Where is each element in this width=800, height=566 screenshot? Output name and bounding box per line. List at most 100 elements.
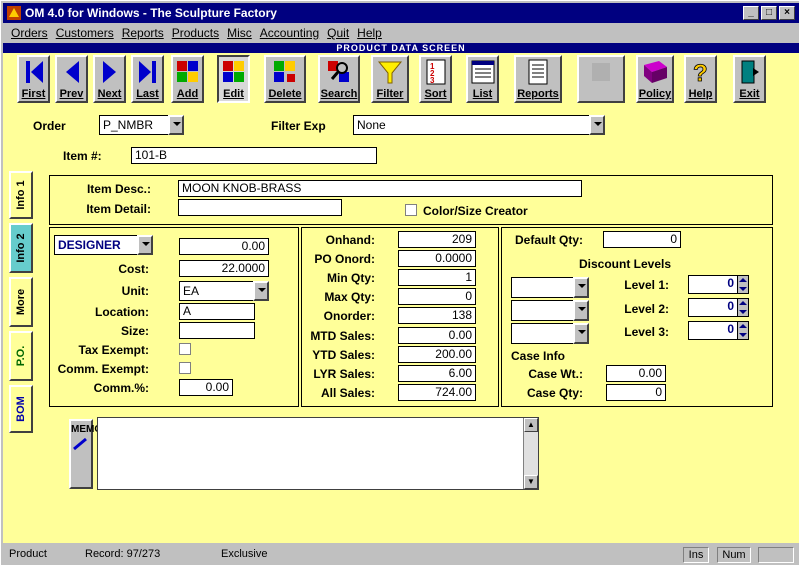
onorder-label: Onorder: [323, 309, 375, 323]
exit-button[interactable]: Exit [733, 55, 766, 103]
onhand-input[interactable]: 209 [398, 231, 476, 248]
search-button[interactable]: Search [318, 55, 360, 103]
onorder-input[interactable]: 138 [398, 307, 476, 324]
ytd-sales-input[interactable]: 200.00 [398, 346, 476, 363]
add-button[interactable]: Add [171, 55, 204, 103]
tab-bom[interactable]: BOM [9, 385, 33, 433]
max-qty-input[interactable]: 0 [398, 288, 476, 305]
book-icon [644, 61, 667, 83]
ytd-sales-label: YTD Sales: [312, 348, 375, 362]
item-desc-input[interactable]: MOON KNOB-BRASS [178, 180, 582, 197]
default-qty-input[interactable]: 0 [603, 231, 681, 248]
min-qty-input[interactable]: 1 [398, 269, 476, 286]
puzzle-edit-icon [222, 61, 244, 82]
mtd-sales-label: MTD Sales: [310, 329, 375, 343]
minimize-button[interactable]: _ [743, 6, 759, 20]
designer-value-input[interactable]: 0.00 [179, 238, 269, 255]
list-button[interactable]: List [466, 55, 499, 103]
menu-misc[interactable]: Misc [223, 24, 256, 42]
scroll-up-icon[interactable]: ▲ [524, 418, 538, 432]
last-button[interactable]: Last [131, 55, 164, 103]
discount-type-dropdown-1[interactable] [573, 277, 589, 298]
cost-input[interactable]: 22.0000 [179, 260, 269, 277]
memo-textarea[interactable] [97, 417, 539, 490]
menu-accounting[interactable]: Accounting [256, 24, 323, 42]
puzzle-add-icon [176, 61, 198, 82]
tab-info1[interactable]: Info 1 [9, 171, 33, 219]
help-button[interactable]: ? Help [684, 55, 717, 103]
comm-exempt-checkbox[interactable] [179, 362, 191, 374]
unit-dropdown-button[interactable] [253, 281, 269, 301]
status-ins: Ins [683, 547, 709, 563]
menu-products[interactable]: Products [168, 24, 223, 42]
case-wt-input[interactable]: 0.00 [606, 365, 666, 382]
comm-pct-label: Comm.%: [93, 381, 149, 395]
color-size-checkbox[interactable] [405, 204, 417, 216]
item-desc-label: Item Desc.: [86, 182, 151, 196]
filter-dropdown-button[interactable] [589, 115, 605, 135]
all-sales-input[interactable]: 724.00 [398, 384, 476, 401]
menu-reports[interactable]: Reports [118, 24, 168, 42]
delete-button[interactable]: Delete [264, 55, 306, 103]
filter-button[interactable]: Filter [371, 55, 409, 103]
level2-spinner[interactable] [737, 298, 749, 317]
level2-input[interactable]: 0 [688, 298, 738, 317]
reports-button[interactable]: Reports [514, 55, 562, 103]
menu-customers[interactable]: Customers [52, 24, 118, 42]
tax-exempt-checkbox[interactable] [179, 343, 191, 355]
last-icon [138, 61, 156, 83]
level3-input[interactable]: 0 [688, 321, 738, 340]
memo-scrollbar[interactable]: ▲ ▼ [523, 418, 538, 489]
discount-type-dropdown-2[interactable] [573, 300, 589, 321]
lyr-sales-input[interactable]: 6.00 [398, 365, 476, 382]
order-dropdown-button[interactable] [168, 115, 184, 135]
mtd-sales-input[interactable]: 0.00 [398, 327, 476, 344]
next-icon [102, 61, 116, 83]
location-input[interactable]: A [179, 303, 255, 320]
order-select[interactable]: P_NMBR [99, 115, 169, 135]
filter-exp-select[interactable]: None [353, 115, 591, 135]
item-detail-input[interactable] [178, 199, 342, 216]
prev-button[interactable]: Prev [55, 55, 88, 103]
max-qty-label: Max Qty: [324, 290, 375, 304]
comm-pct-input[interactable]: 0.00 [179, 379, 233, 396]
discount-type-dropdown-3[interactable] [573, 323, 589, 344]
menu-orders[interactable]: Orders [7, 24, 52, 42]
level3-spinner[interactable] [737, 321, 749, 340]
status-mode: Product [9, 548, 47, 560]
puzzle-delete-icon [274, 61, 295, 82]
tab-po[interactable]: P.O. [9, 331, 33, 381]
size-input[interactable] [179, 322, 255, 339]
cost-label: Cost: [118, 262, 149, 276]
tab-more[interactable]: More [9, 277, 33, 327]
pen-icon [73, 437, 87, 451]
close-button[interactable]: × [779, 6, 795, 20]
policy-button[interactable]: Policy [636, 55, 674, 103]
memo-label: MEMO [71, 424, 103, 435]
next-button[interactable]: Next [93, 55, 126, 103]
case-qty-input[interactable]: 0 [606, 384, 666, 401]
unit-label: Unit: [121, 284, 149, 298]
designer-dropdown-button[interactable] [137, 235, 153, 255]
sort-icon: 123 [426, 59, 445, 85]
memo-button[interactable]: MEMO [69, 419, 103, 489]
maximize-button[interactable]: □ [761, 6, 777, 20]
first-button[interactable]: First [17, 55, 50, 103]
designer-select[interactable]: DESIGNER [54, 235, 142, 255]
menu-quit[interactable]: Quit [323, 24, 353, 42]
menu-help[interactable]: Help [353, 24, 386, 42]
unit-select[interactable]: EA [179, 281, 259, 301]
item-number-input[interactable]: 101-B [131, 147, 377, 164]
po-onord-input[interactable]: 0.0000 [398, 250, 476, 267]
status-record: Record: 97/273 [85, 548, 161, 560]
level1-input[interactable]: 0 [688, 275, 738, 294]
title-bar: OM 4.0 for Windows - The Sculpture Facto… [3, 3, 799, 23]
tab-info2[interactable]: Info 2 [9, 223, 33, 273]
level1-spinner[interactable] [737, 275, 749, 294]
location-label: Location: [95, 305, 149, 319]
list-icon [471, 60, 494, 84]
edit-button[interactable]: Edit [217, 55, 250, 103]
scroll-down-icon[interactable]: ▼ [524, 475, 538, 489]
item-detail-label: Item Detail: [86, 202, 151, 216]
sort-button[interactable]: 1 2 3 Sort [419, 55, 452, 103]
